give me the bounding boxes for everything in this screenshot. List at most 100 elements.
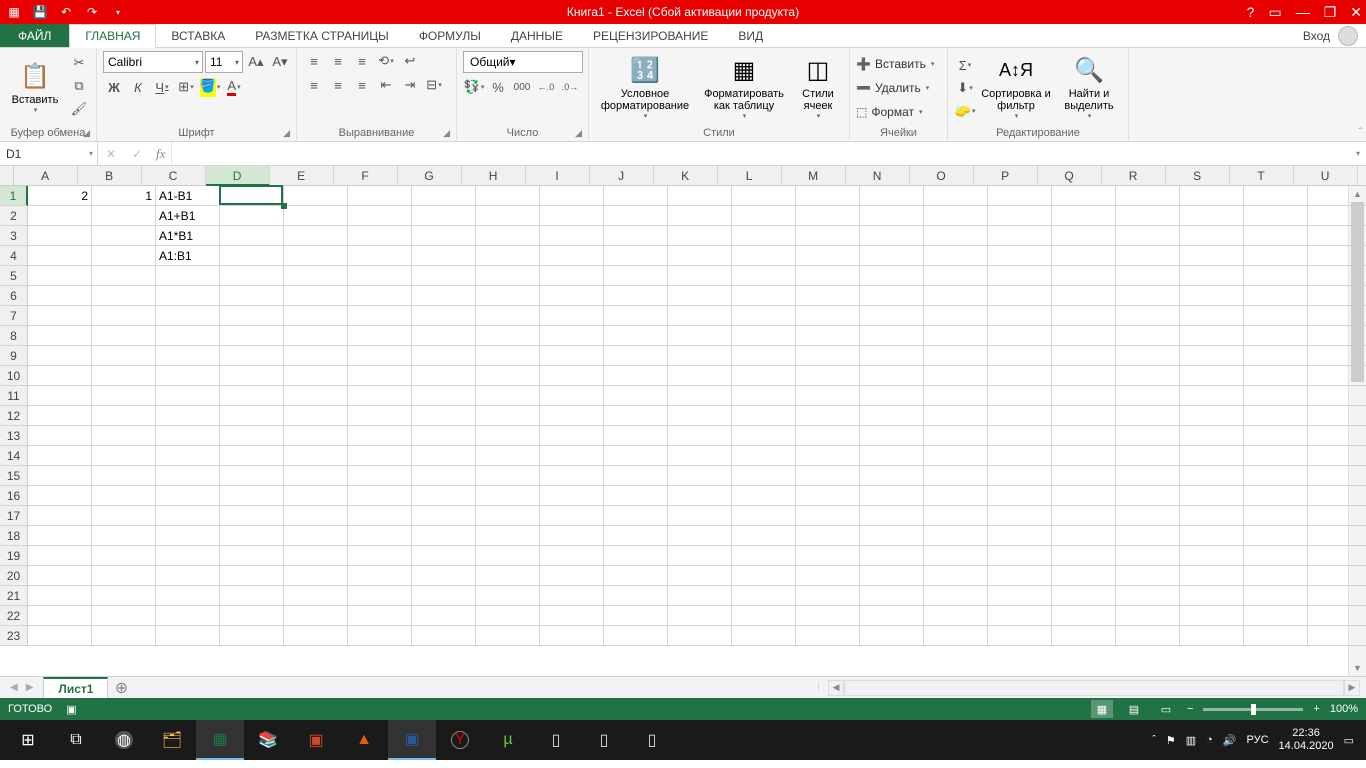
cell[interactable] [92, 566, 156, 586]
cell[interactable] [348, 566, 412, 586]
cell[interactable] [860, 446, 924, 466]
cell[interactable] [860, 326, 924, 346]
cell[interactable] [1116, 546, 1180, 566]
cell[interactable] [1116, 406, 1180, 426]
cell[interactable]: 1 [92, 186, 156, 206]
collapse-ribbon-icon[interactable]: ˆ [1359, 127, 1362, 138]
cell[interactable] [668, 406, 732, 426]
cell[interactable] [540, 326, 604, 346]
cell[interactable] [284, 326, 348, 346]
column-header[interactable]: B [78, 166, 142, 186]
cell[interactable] [348, 486, 412, 506]
fx-icon[interactable]: fx [156, 146, 165, 162]
sort-filter-button[interactable]: А↕Я Сортировка и фильтр▾ [980, 51, 1052, 123]
cell[interactable] [988, 346, 1052, 366]
cell[interactable] [1116, 486, 1180, 506]
cell[interactable] [284, 466, 348, 486]
cell[interactable] [1180, 246, 1244, 266]
tray-notifications-icon[interactable]: ▭ [1344, 734, 1354, 747]
cell[interactable] [732, 386, 796, 406]
row-header[interactable]: 19 [0, 546, 28, 566]
cell[interactable] [860, 526, 924, 546]
cell[interactable] [860, 506, 924, 526]
cell[interactable] [284, 306, 348, 326]
row-header[interactable]: 11 [0, 386, 28, 406]
cell[interactable] [220, 426, 284, 446]
cell[interactable] [860, 486, 924, 506]
cell[interactable] [1052, 586, 1116, 606]
cell[interactable] [988, 266, 1052, 286]
cell[interactable] [988, 406, 1052, 426]
cell[interactable] [220, 326, 284, 346]
cell[interactable] [604, 526, 668, 546]
accounting-icon[interactable]: 💱▾ [463, 77, 485, 97]
avatar-icon[interactable] [1338, 26, 1358, 46]
cell[interactable] [924, 386, 988, 406]
cell[interactable] [412, 586, 476, 606]
cell[interactable] [1116, 506, 1180, 526]
cell[interactable] [668, 326, 732, 346]
cell[interactable] [348, 446, 412, 466]
cell[interactable] [924, 246, 988, 266]
decrease-indent-icon[interactable]: ⇤ [375, 75, 397, 95]
cell[interactable] [668, 546, 732, 566]
cell[interactable] [988, 286, 1052, 306]
cell[interactable] [732, 226, 796, 246]
cell[interactable]: A1:B1 [156, 246, 220, 266]
cell[interactable] [732, 586, 796, 606]
minimize-icon[interactable]: — [1296, 4, 1310, 21]
taskbar-app-explorer[interactable]: 🗂 [148, 720, 196, 760]
cell[interactable] [476, 366, 540, 386]
cell[interactable] [156, 466, 220, 486]
cell[interactable] [924, 446, 988, 466]
cell[interactable] [668, 506, 732, 526]
vertical-scrollbar[interactable]: ▲ ▼ [1348, 186, 1366, 676]
row-header[interactable]: 21 [0, 586, 28, 606]
cell[interactable] [92, 226, 156, 246]
cell[interactable] [156, 546, 220, 566]
cell[interactable] [1052, 606, 1116, 626]
cell[interactable] [1116, 206, 1180, 226]
horizontal-scrollbar[interactable] [844, 680, 1344, 696]
cell[interactable] [668, 366, 732, 386]
cell[interactable] [924, 266, 988, 286]
cell[interactable] [732, 606, 796, 626]
cell[interactable] [604, 346, 668, 366]
cell[interactable] [604, 386, 668, 406]
zoom-level[interactable]: 100% [1330, 703, 1358, 715]
cell[interactable] [732, 406, 796, 426]
find-select-button[interactable]: 🔍 Найти и выделить▾ [1056, 51, 1122, 123]
tray-battery-icon[interactable]: ▥ [1186, 734, 1196, 747]
cell[interactable] [28, 606, 92, 626]
cell[interactable] [732, 566, 796, 586]
cell[interactable] [1180, 526, 1244, 546]
merge-icon[interactable]: ⊟▾ [423, 75, 445, 95]
cell[interactable] [988, 326, 1052, 346]
cell[interactable] [28, 386, 92, 406]
cell[interactable] [1180, 406, 1244, 426]
cell[interactable] [988, 306, 1052, 326]
cell[interactable] [668, 246, 732, 266]
cell[interactable] [796, 406, 860, 426]
taskbar-app-word[interactable]: ▣ [388, 720, 436, 760]
cell[interactable] [860, 266, 924, 286]
cell[interactable] [348, 466, 412, 486]
column-header[interactable]: G [398, 166, 462, 186]
cell[interactable] [1052, 426, 1116, 446]
cell[interactable] [348, 406, 412, 426]
cell[interactable] [284, 526, 348, 546]
add-sheet-button[interactable]: ⊕ [108, 677, 134, 698]
cell[interactable] [860, 186, 924, 206]
clipboard-launcher-icon[interactable]: ◢ [83, 128, 90, 139]
cell[interactable] [412, 266, 476, 286]
cell[interactable] [348, 186, 412, 206]
cell[interactable] [1116, 586, 1180, 606]
cell[interactable] [220, 406, 284, 426]
tab-page-layout[interactable]: РАЗМЕТКА СТРАНИЦЫ [240, 24, 404, 47]
cell[interactable] [28, 546, 92, 566]
cell[interactable] [1244, 266, 1308, 286]
cell[interactable] [156, 426, 220, 446]
cell[interactable] [604, 406, 668, 426]
insert-cells-button[interactable]: ➕Вставить▾ [856, 53, 934, 75]
cell[interactable] [1116, 286, 1180, 306]
